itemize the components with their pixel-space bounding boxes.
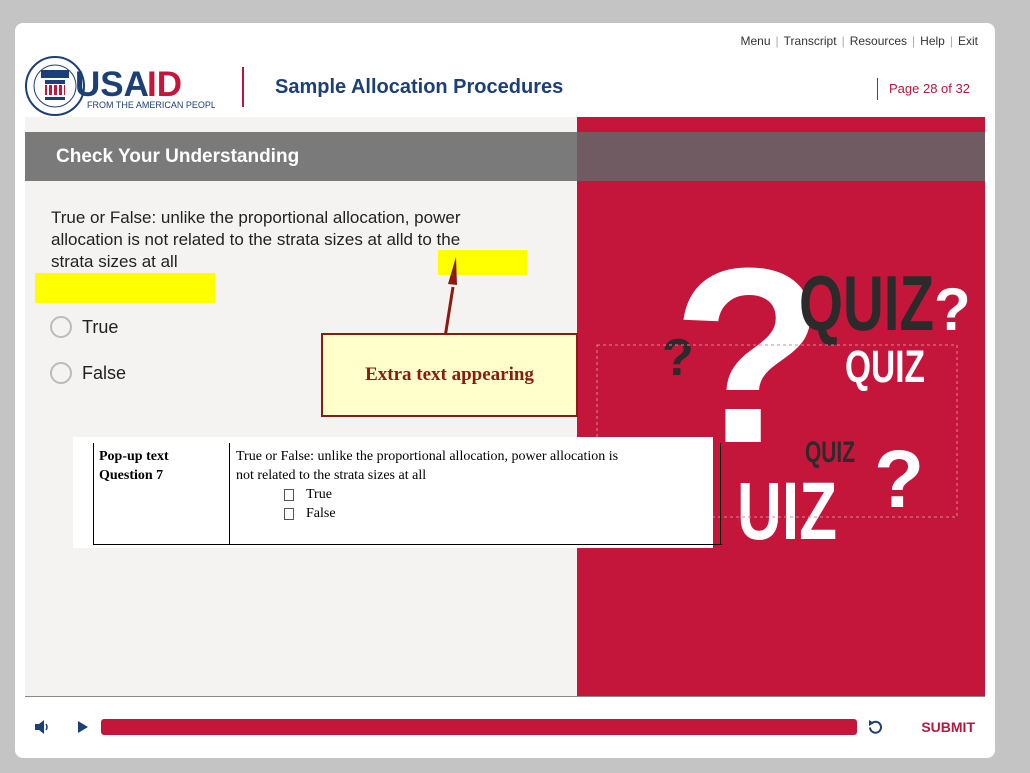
option-false[interactable]: False: [50, 362, 126, 384]
popup-option: False: [236, 504, 720, 523]
checkbox-icon: [284, 488, 294, 501]
popup-option: True: [236, 485, 720, 504]
quiz-art-panel: ? QUIZ ? QUIZ ? QUIZ ? UIZ: [577, 117, 985, 696]
exit-link[interactable]: Exit: [958, 34, 978, 48]
section-header-overlay: [577, 132, 985, 181]
svg-text:QUIZ: QUIZ: [799, 259, 934, 347]
title-divider: [242, 67, 244, 107]
playback-controls: SUBMIT: [25, 713, 985, 743]
quiz-graphic-icon: ? QUIZ ? QUIZ ? QUIZ ? UIZ: [596, 216, 971, 557]
section-header: Check Your Understanding: [25, 132, 577, 181]
svg-text:QUIZ: QUIZ: [845, 341, 925, 392]
option-true[interactable]: True: [50, 316, 118, 338]
question-line: True or False: unlike the proportional a…: [51, 208, 461, 227]
checkbox-icon: [284, 507, 294, 520]
help-link[interactable]: Help: [920, 34, 945, 48]
menu-link[interactable]: Menu: [741, 34, 771, 48]
popup-question-line: not related to the strata sizes at all: [236, 468, 427, 483]
usaid-seal-icon: USA ID FROM THE AMERICAN PEOPLE: [25, 56, 222, 116]
option-label: False: [82, 362, 127, 383]
play-icon[interactable]: [77, 720, 89, 734]
popup-label: Pop-up text Question 7: [94, 443, 230, 544]
radio-button[interactable]: [50, 316, 72, 338]
svg-text:?: ?: [874, 434, 924, 525]
replay-icon[interactable]: [867, 719, 884, 736]
svg-text:QUIZ: QUIZ: [805, 436, 855, 469]
progress-bar[interactable]: [101, 719, 857, 735]
controls-divider: [25, 696, 985, 697]
transcript-link[interactable]: Transcript: [784, 34, 837, 48]
popup-text-snippet: Pop-up text Question 7 True or False: un…: [73, 437, 722, 548]
slide-content: ? QUIZ ? QUIZ ? QUIZ ? UIZ Check Your Un…: [25, 117, 985, 696]
brand-tagline: FROM THE AMERICAN PEOPLE: [87, 100, 215, 110]
radio-button[interactable]: [50, 362, 72, 384]
popup-question: True or False: unlike the proportional a…: [231, 443, 721, 544]
svg-text:?: ?: [934, 276, 971, 343]
course-player: Menu | Transcript | Resources | Help | Exit USA …: [15, 23, 995, 758]
submit-button[interactable]: SUBMIT: [921, 719, 975, 735]
brand-name: USA: [75, 65, 149, 104]
page-indicator: Page 28 of 32: [877, 78, 970, 100]
popup-label-line: Question 7: [99, 468, 164, 483]
popup-label-line: Pop-up text: [99, 449, 169, 464]
section-title: Check Your Understanding: [56, 146, 300, 167]
top-navigation: Menu | Transcript | Resources | Help | Exit: [740, 34, 979, 48]
text-highlight: [35, 273, 215, 303]
popup-question-line: True or False: unlike the proportional a…: [236, 449, 619, 464]
svg-text:ID: ID: [147, 65, 182, 104]
resources-link[interactable]: Resources: [850, 34, 907, 48]
svg-text:?: ?: [662, 329, 694, 387]
annotation-callout: Extra text appearing: [321, 333, 578, 417]
option-label: True: [82, 316, 119, 337]
usaid-logo: USA ID FROM THE AMERICAN PEOPLE: [25, 56, 222, 116]
volume-icon[interactable]: [34, 720, 50, 734]
course-title: Sample Allocation Procedures: [275, 76, 564, 98]
svg-text:UIZ: UIZ: [737, 466, 837, 557]
